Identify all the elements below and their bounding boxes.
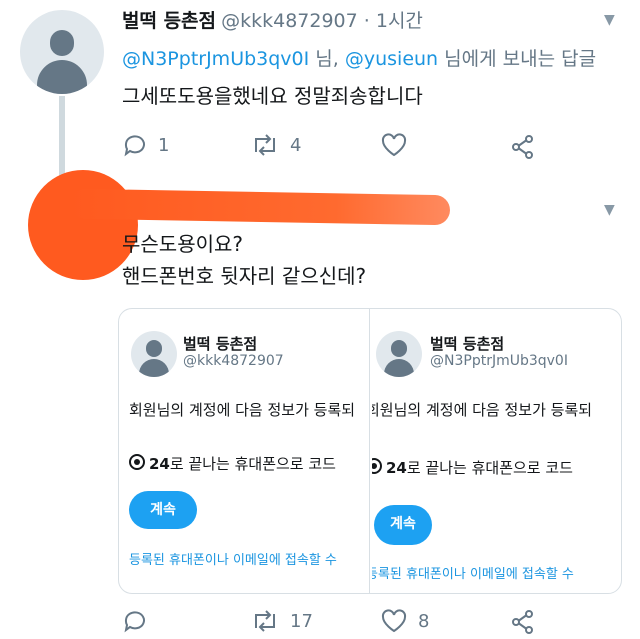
share-icon [512,135,533,159]
handle: @kkk4872907 [183,353,284,369]
handle-and-time[interactable]: @kkk4872907 · 1시간 [221,10,423,32]
radio-selected-icon [372,458,382,474]
phone-option: 24로 끝나는 휴대폰으로 코드 [129,453,336,474]
avatar [131,331,177,377]
retweet-icon [255,610,275,632]
help-link: 등록된 휴대폰이나 이메일에 접속할 수 [129,553,337,568]
help-link: 등록된 휴대폰이나 이메일에 접속할 수 [372,567,574,582]
continue-button: 계속 [374,505,432,545]
avatar [376,331,422,377]
chevron-down-icon[interactable]: ▼ [604,202,615,218]
handle: @N3PptrJmUb3qv0I [430,353,568,369]
phone-option: 24로 끝나는 휴대폰으로 코드 [372,457,573,478]
radio-selected-icon [129,454,145,470]
mention-link[interactable]: @N3PptrJmUb3qv0I [122,48,309,70]
retweet-button[interactable]: 17 [250,608,313,634]
screenshot-left: 벌떡 등촌점 @kkk4872907 회원님의 계정에 다음 정보가 등록되 2… [119,309,369,593]
display-name[interactable]: 벌떡 등촌점 [122,10,216,32]
avatar[interactable] [20,10,104,94]
continue-button: 계속 [129,491,197,529]
retweet-icon [255,134,275,156]
reply-icon [124,135,145,157]
embedded-image[interactable]: 벌떡 등촌점 @kkk4872907 회원님의 계정에 다음 정보가 등록되 2… [118,308,622,594]
share-button[interactable] [510,609,536,635]
tweet-text: 그세또도용을했네요 정말죄송합니다 [122,84,423,108]
share-button[interactable] [510,134,536,160]
reply-to: @N3PptrJmUb3qv0I 님, @yusieun 님에게 보내는 답글 [122,48,597,70]
like-button[interactable]: 8 [380,608,429,634]
mention-link[interactable]: @yusieun [345,48,438,70]
reply-button[interactable] [122,608,148,634]
reply-button[interactable]: 1 [122,132,169,158]
heart-icon [381,609,407,633]
chevron-down-icon[interactable]: ▼ [604,12,615,28]
tweet-header: 벌떡 등촌점 @kkk4872907 · 1시간 [122,6,423,33]
info-text: 회원님의 계정에 다음 정보가 등록되 [129,401,356,419]
retweet-button[interactable]: 4 [250,132,301,158]
display-name: 벌떡 등촌점 [430,335,505,353]
info-text: 회원님의 계정에 다음 정보가 등록되 [372,401,593,419]
share-icon [512,610,533,634]
heart-icon [381,133,407,157]
screenshot-right: 벌떡 등촌점 @N3PptrJmUb3qv0I 회원님의 계정에 다음 정보가 … [372,309,621,593]
reply-icon [124,611,145,633]
tweet-text: 무슨도용이요? 핸드폰번호 뒷자리 같으신데? [122,232,367,288]
like-button[interactable] [380,132,408,158]
display-name: 벌떡 등촌점 [183,335,258,353]
